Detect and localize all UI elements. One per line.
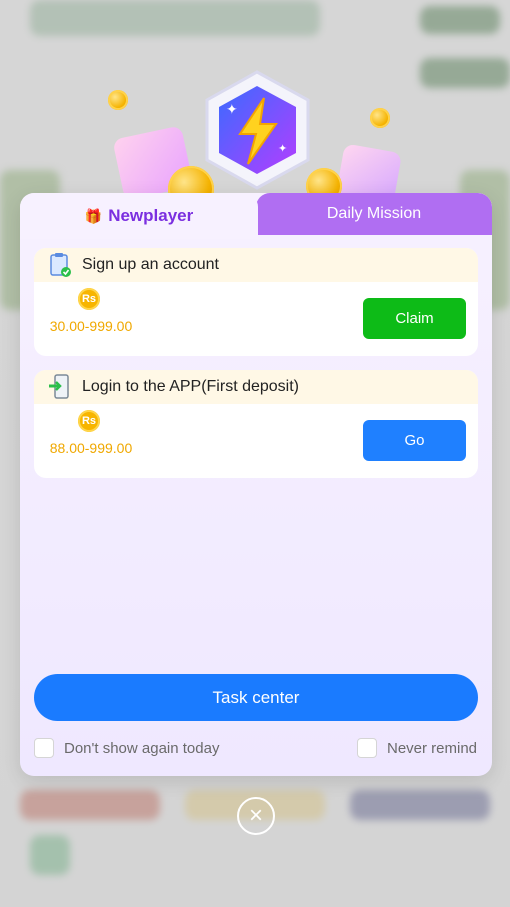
task-card: Login to the APP(First deposit) Rs 88.00… [34,370,478,478]
claim-button[interactable]: Claim [363,298,466,339]
tab-daily-mission-label: Daily Mission [326,205,422,222]
tab-newplayer[interactable]: 🎁 Newplayer [20,193,258,239]
coin-icon [370,108,390,128]
task-title: Login to the APP(First deposit) [82,378,299,395]
never-remind-option[interactable]: Never remind [357,735,477,761]
tab-newplayer-label: Newplayer [108,206,194,225]
rupee-coin-icon: Rs [78,410,100,432]
dont-show-today-label: Don't show again today [64,739,220,757]
clipboard-check-icon [50,253,71,277]
svg-text:✦: ✦ [278,142,287,155]
reward-amount: 30.00-999.00 [49,318,133,334]
reward-modal: Daily Mission 🎁 Newplayer Sign up an acc… [20,193,492,776]
tab-daily-mission[interactable]: Daily Mission [256,193,492,235]
never-remind-label: Never remind [387,739,478,757]
task-header: Login to the APP(First deposit) [34,370,478,404]
task-center-button[interactable]: Task center [34,674,478,721]
coin-icon [108,90,128,110]
tab-bar: Daily Mission 🎁 Newplayer [20,193,492,239]
task-card: Sign up an account Rs 30.00-999.00 Claim [34,248,478,356]
close-icon[interactable]: × [237,797,275,835]
dont-show-today-option[interactable]: Don't show again today [34,735,219,761]
task-title: Sign up an account [82,256,219,273]
rupee-coin-icon: Rs [78,288,100,310]
never-remind-checkbox[interactable] [357,738,377,758]
svg-text:✦: ✦ [226,102,238,118]
lightning-badge-icon: ✦ ✦ [205,70,310,190]
go-button[interactable]: Go [363,420,466,461]
reward-amount: 88.00-999.00 [49,440,133,456]
gift-icon: 🎁 [84,207,103,224]
phone-login-icon [49,374,69,399]
dont-show-today-checkbox[interactable] [34,738,54,758]
task-header: Sign up an account [34,248,478,282]
